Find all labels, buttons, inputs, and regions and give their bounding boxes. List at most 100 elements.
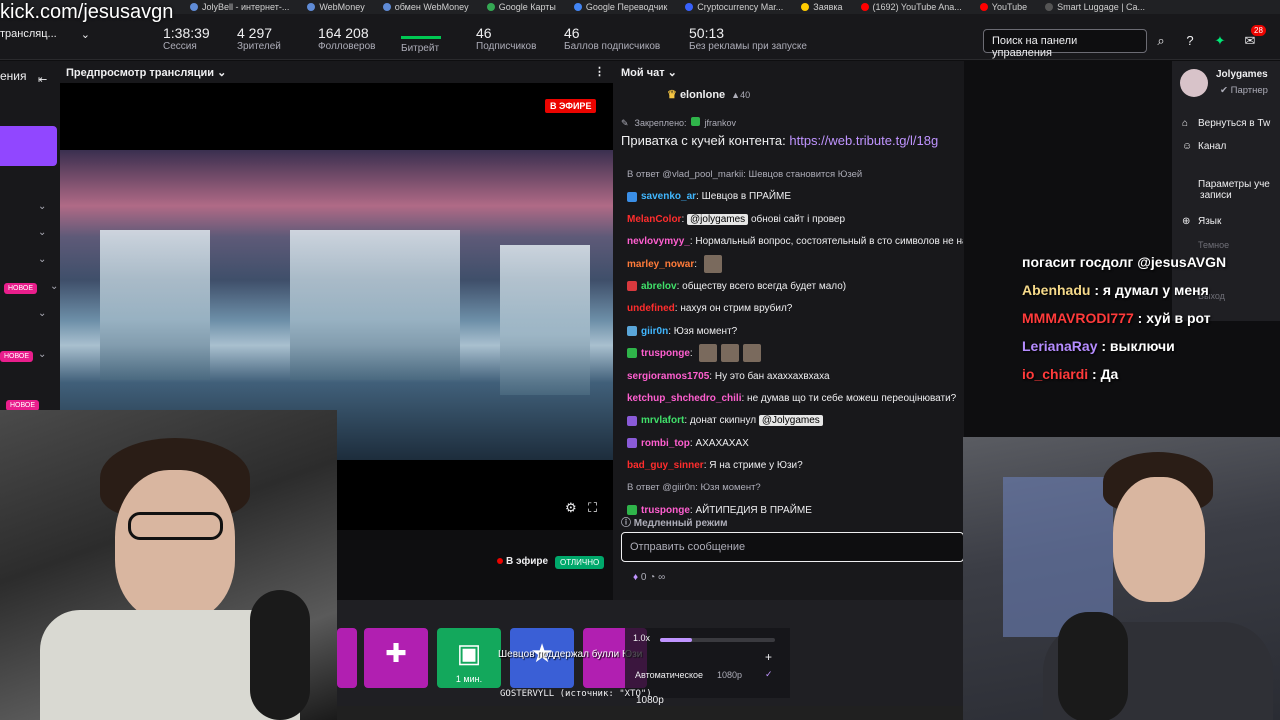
more-options-icon[interactable]: ⋮ <box>594 65 605 78</box>
bookmark-item[interactable]: WebMoney <box>307 2 365 12</box>
add-user-icon: ✚ <box>385 638 407 668</box>
chat-reply-context[interactable]: В ответ @vlad_pool_markii: Шевцов станов… <box>627 164 963 186</box>
chat-message[interactable]: MelanColor: @jolygames обнові сайт і про… <box>627 209 963 231</box>
chat-reply-context[interactable]: В ответ @giir0n: Юзя момент? <box>627 477 963 499</box>
chat-username[interactable]: mrvlafort <box>641 415 684 426</box>
chat-top-user[interactable]: ♛ elonlone ▲40 <box>667 88 750 101</box>
chat-username[interactable]: undefined <box>627 303 675 314</box>
menu-item-back[interactable]: ⌂ Вернуться в Tw <box>1182 118 1280 129</box>
badge-icon <box>627 191 637 202</box>
chat-header: Мой чат ⌄ <box>621 66 677 79</box>
quick-action-tile[interactable]: ✚ <box>364 628 428 688</box>
stat-value: 4 297 <box>237 25 273 41</box>
bookmark-item[interactable]: обмен WebMoney <box>382 2 469 12</box>
chat-username[interactable]: marley_nowar <box>627 259 694 270</box>
sidebar-active-item[interactable] <box>0 126 57 166</box>
stream-status-label: В эфире <box>506 556 549 567</box>
pinned-link[interactable]: https://web.tribute.tg/l/18g <box>789 133 938 148</box>
chat-message[interactable]: ketchup_shchedro_chili: не думав що ти с… <box>627 388 963 410</box>
chat-message[interactable]: undefined: нахуя он стрим врубил? <box>627 298 963 320</box>
menu-item-label: Язык <box>1198 216 1222 227</box>
slow-mode-label: Медленный режим <box>633 518 728 529</box>
chat-message[interactable]: mrvlafort: донат скипнул @Jolygames <box>627 410 963 432</box>
chevron-down-icon: ⌄ <box>80 29 90 41</box>
stream-status: В эфире <box>497 556 548 567</box>
youtube-icon <box>860 3 869 11</box>
menu-item-label: Параметры уче записи <box>1198 179 1270 201</box>
chat-message[interactable]: nevlovymyy_: Нормальный вопрос, состояте… <box>627 231 963 253</box>
chat-mention[interactable]: @Jolygames <box>758 415 823 427</box>
playback-settings: 1.0x + Автоматическое 1080p ✓ <box>625 628 790 698</box>
dashboard-search-input[interactable]: Поиск на панели управления <box>983 29 1147 59</box>
quick-action-tile[interactable] <box>337 628 357 688</box>
chevron-down-icon[interactable]: ⌄ <box>38 201 46 212</box>
chat-points[interactable]: ♦ 0 ◔ ∞ <box>633 572 665 583</box>
chat-message[interactable]: savenko_ar: Шевцов в ПРАЙМЕ <box>627 186 963 208</box>
fullscreen-icon[interactable]: ⛶ <box>588 500 597 516</box>
chevron-down-icon[interactable]: ⌄ <box>38 227 46 238</box>
chat-username[interactable]: trusponge <box>641 348 690 359</box>
bookmark-item[interactable]: Smart Luggage | Ca... <box>1045 2 1145 12</box>
collapse-sidebar-icon[interactable]: ⇤ <box>38 73 47 86</box>
overlay-chat-line: io_chiardi : Да <box>1022 360 1280 388</box>
menu-item-channel[interactable]: ☺ Канал <box>1182 141 1280 152</box>
user-role: ✔ Партнер <box>1220 85 1268 96</box>
chat-username[interactable]: bad_guy_sinner <box>627 460 704 471</box>
chevron-down-icon[interactable]: ⌄ <box>38 308 46 319</box>
chevron-down-icon[interactable]: ⌄ <box>50 281 58 292</box>
help-icon[interactable]: ? <box>1182 33 1198 49</box>
chat-message[interactable]: rombi_top: АХАХАХАХ <box>627 433 963 455</box>
chat-username[interactable]: savenko_ar <box>641 191 696 202</box>
menu-item-language[interactable]: ⊕ Язык <box>1182 216 1280 227</box>
chat-message[interactable]: marley_nowar: <box>627 254 963 276</box>
chat-mention[interactable]: @jolygames <box>687 213 749 225</box>
chat-username[interactable]: giir0n <box>641 326 668 337</box>
settings-icon[interactable]: ⚙ <box>565 500 577 516</box>
emote-icon <box>703 254 722 273</box>
user-name: Jolygames <box>1216 69 1268 80</box>
chat-message-input[interactable]: Отправить сообщение <box>621 532 964 562</box>
chat-message[interactable]: giir0n: Юзя момент? <box>627 321 963 343</box>
bookmark-item[interactable]: Cryptocurrency Mar... <box>685 2 783 12</box>
quick-action-tile[interactable]: ▣ 1 мин. <box>437 628 501 688</box>
chat-username[interactable]: rombi_top <box>641 438 690 449</box>
bookmark-item[interactable]: Google Карты <box>486 2 556 12</box>
bookmark-item[interactable]: Заявка <box>801 2 843 12</box>
emote-icon <box>743 344 762 363</box>
chevron-down-icon[interactable]: ⌄ <box>668 67 677 79</box>
channel-selector[interactable]: трансляц... ⌄ <box>0 28 90 41</box>
webcam-right <box>963 437 1280 720</box>
menu-item-label: Вернуться в Tw <box>1198 118 1271 129</box>
extensions-icon[interactable]: ✦ <box>1212 33 1228 49</box>
live-badge: В ЭФИРЕ <box>545 99 597 113</box>
chat-message[interactable]: abrelov: обществу всего всегда будет мал… <box>627 276 963 298</box>
search-icon[interactable]: ⌕ <box>1153 33 1169 49</box>
home-icon: ⌂ <box>1182 118 1189 129</box>
chat-username[interactable]: ketchup_shchedro_chili <box>627 393 741 404</box>
webcam-left <box>0 410 337 720</box>
bookmark-item[interactable]: YouTube <box>979 2 1027 12</box>
user-icon: ☺ <box>1182 141 1193 152</box>
quality-option[interactable]: Автоматическое <box>635 670 703 680</box>
check-icon: ✓ <box>765 669 773 679</box>
chat-username[interactable]: nevlovymyy_ <box>627 236 690 247</box>
plus-icon[interactable]: + <box>765 650 772 664</box>
chat-text: Шевцов в ПРАЙМЕ <box>701 191 792 203</box>
bookmark-item[interactable]: (1692) YouTube Ana... <box>860 2 962 12</box>
chat-username[interactable]: sergioramos1705 <box>627 371 709 382</box>
playback-speed-slider[interactable] <box>660 638 775 642</box>
chat-message[interactable]: trusponge: <box>627 343 963 365</box>
bookmark-item[interactable]: JolyBell - интернет-... <box>190 2 289 12</box>
chevron-down-icon[interactable]: ⌄ <box>38 349 46 360</box>
chevron-down-icon[interactable]: ⌄ <box>217 67 226 79</box>
chat-username[interactable]: MelanColor <box>627 214 681 225</box>
chevron-down-icon[interactable]: ⌄ <box>38 254 46 265</box>
menu-item-settings[interactable]: ⚙ Параметры уче записи <box>1182 179 1278 201</box>
chat-message[interactable]: bad_guy_sinner: Я на стриме у Юзи? <box>627 455 963 477</box>
chat-username[interactable]: abrelov <box>641 281 677 292</box>
pinned-message[interactable]: ✎ Закреплено: jfrankov Приватка с кучей к… <box>621 113 961 148</box>
bookmark-item[interactable]: Google Переводчик <box>573 2 667 12</box>
stat-ad-free: 50:13 Без рекламы при запуске <box>689 26 807 53</box>
chat-text: обществу всего всегда будет мало) <box>682 280 847 292</box>
chat-message[interactable]: sergioramos1705: Ну это бан ахаххахвхаха <box>627 366 963 388</box>
